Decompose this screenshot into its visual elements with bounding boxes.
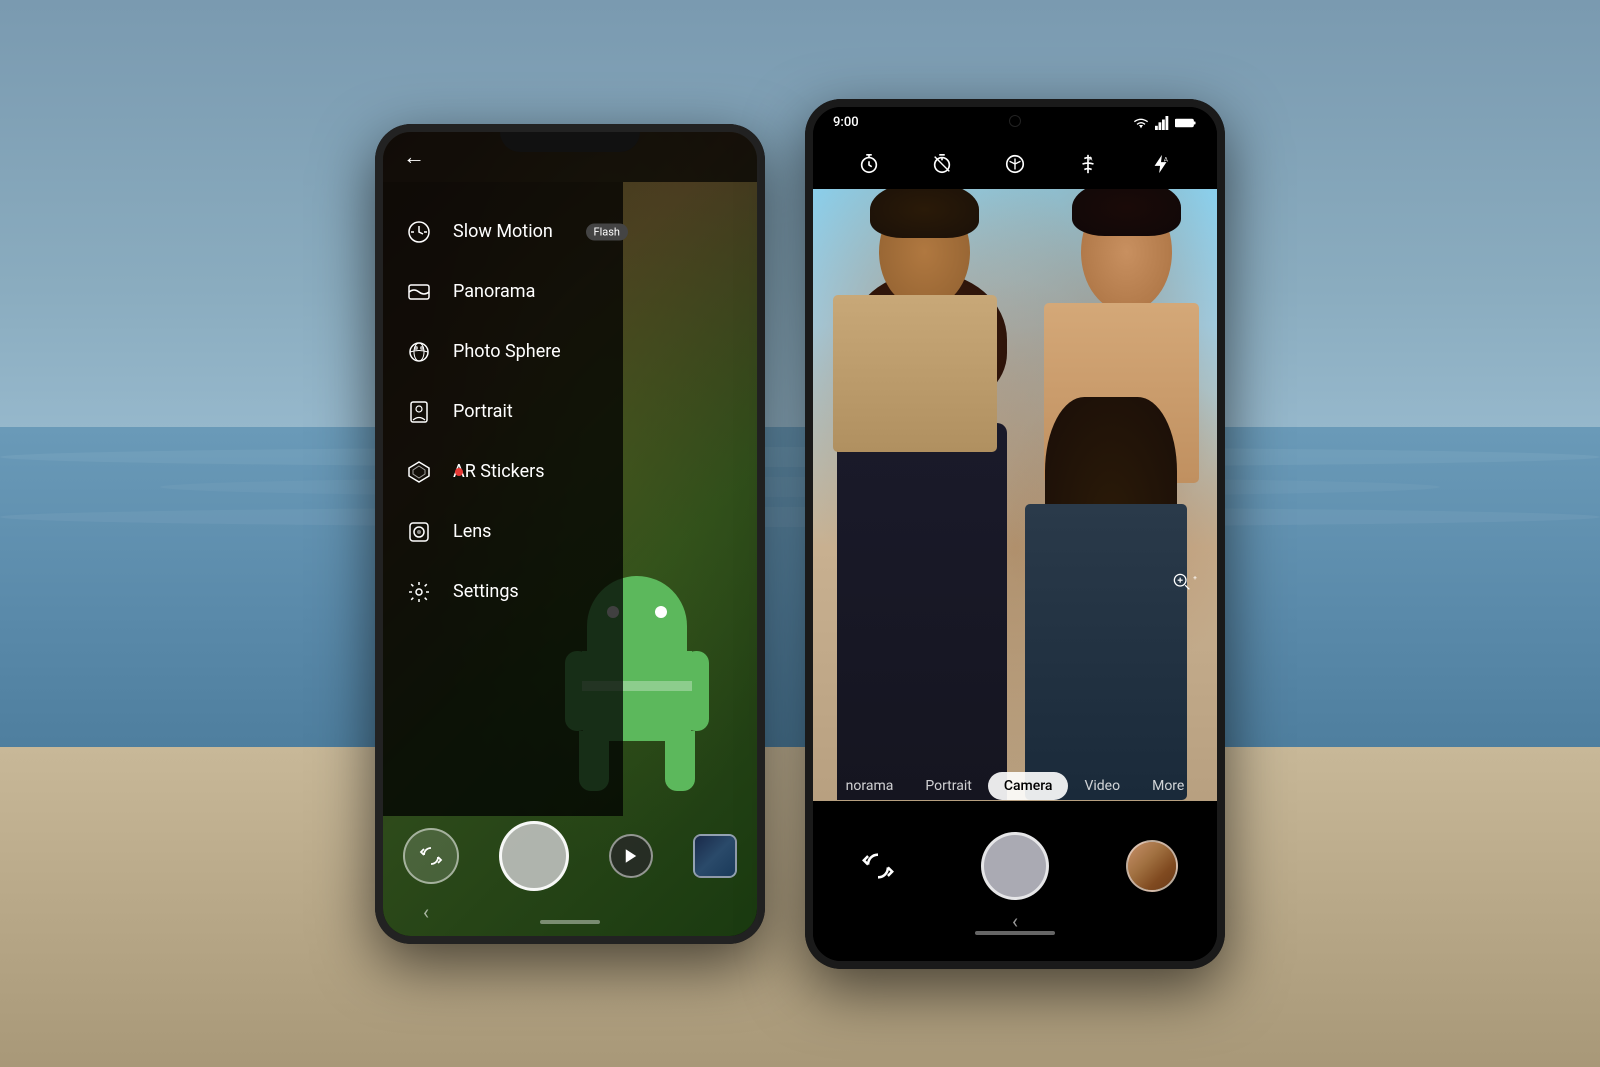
shutter-button-right[interactable] [981, 832, 1049, 900]
android-leg-right [665, 731, 695, 791]
lens-label: Lens [453, 521, 491, 542]
camera-menu: Slow Motion Flash Panorama [383, 182, 623, 816]
mode-tabs: norama Portrait Camera Video More [813, 766, 1217, 806]
shutter-button-left[interactable] [499, 821, 569, 891]
portrait-label: Portrait [453, 401, 513, 422]
time-display: 9:00 [833, 115, 859, 130]
slow-motion-icon [403, 216, 435, 248]
phone-right-body: 9:00 [805, 99, 1225, 969]
camera-top-bar-right: A A [813, 139, 1217, 189]
zoom-indicator[interactable]: ⁺ [1171, 571, 1197, 591]
hair-topleft [870, 181, 979, 238]
body-bottomright [1025, 504, 1187, 801]
flip-camera-button-right[interactable] [852, 840, 904, 892]
ar-stickers-label: AR Stickers [453, 461, 545, 482]
person-bottom-right [1015, 388, 1217, 800]
menu-item-portrait[interactable]: Portrait [383, 382, 623, 442]
back-nav-left[interactable]: ‹ [423, 900, 429, 924]
back-nav-right[interactable]: ‹ [1012, 909, 1018, 933]
flash-badge: Flash [586, 223, 628, 240]
phones-container: ← Slow Motion Flash [0, 0, 1600, 1067]
svg-text:A: A [1163, 155, 1168, 163]
slow-motion-label: Slow Motion [453, 221, 553, 242]
phone-right: 9:00 [805, 99, 1225, 969]
lens-icon [403, 516, 435, 548]
back-button[interactable]: ← [403, 144, 425, 170]
person-top-left [833, 167, 1015, 452]
signal-icon [1155, 116, 1169, 130]
timer-icon[interactable] [858, 153, 880, 175]
ar-stickers-icon [403, 456, 435, 488]
battery-icon [1175, 117, 1197, 129]
bottom-controls-left [383, 816, 757, 896]
body-topleft [833, 295, 997, 452]
body-main [837, 423, 1007, 800]
people-group [813, 167, 1217, 801]
video-button[interactable] [609, 834, 653, 878]
flash-icon[interactable]: A [1150, 153, 1172, 175]
tab-more[interactable]: More [1136, 772, 1200, 800]
notch-left [500, 132, 640, 152]
flip-camera-button[interactable] [403, 828, 459, 884]
menu-item-lens[interactable]: Lens [383, 502, 623, 562]
settings-label: Settings [453, 581, 519, 602]
white-balance-icon[interactable]: A [1077, 153, 1099, 175]
phone-left: ← Slow Motion Flash [375, 124, 765, 944]
menu-item-ar-stickers[interactable]: AR Stickers [383, 442, 623, 502]
menu-item-panorama[interactable]: Panorama [383, 262, 623, 322]
menu-item-settings[interactable]: Settings [383, 562, 623, 622]
zoom-level: ⁺ [1193, 575, 1197, 586]
portrait-icon [403, 396, 435, 428]
bottom-controls-right [813, 826, 1217, 906]
wifi-icon [1133, 116, 1149, 130]
panorama-icon [403, 276, 435, 308]
punch-hole-camera [1009, 115, 1021, 127]
timer-off-icon[interactable] [931, 153, 953, 175]
gallery-thumbnail-right[interactable] [1126, 840, 1178, 892]
photo-sphere-label: Photo Sphere [453, 341, 561, 362]
status-icons [1133, 116, 1197, 130]
panorama-label: Panorama [453, 281, 535, 302]
tab-portrait[interactable]: Portrait [909, 772, 987, 800]
settings-icon [403, 576, 435, 608]
hdr-icon[interactable] [1004, 153, 1026, 175]
photo-sphere-icon [403, 336, 435, 368]
phone-left-body: ← Slow Motion Flash [375, 124, 765, 944]
home-indicator-left [540, 920, 600, 924]
menu-item-slow-motion[interactable]: Slow Motion Flash [383, 202, 623, 262]
tab-camera[interactable]: Camera [988, 772, 1069, 800]
tab-panorama[interactable]: norama [830, 772, 910, 800]
tab-video[interactable]: Video [1068, 772, 1136, 800]
svg-text:A: A [1089, 156, 1093, 162]
menu-item-photo-sphere[interactable]: Photo Sphere [383, 322, 623, 382]
ar-dot [455, 468, 463, 476]
camera-preview-right: ⁺ [813, 167, 1217, 801]
gallery-thumbnail-left[interactable] [693, 834, 737, 878]
